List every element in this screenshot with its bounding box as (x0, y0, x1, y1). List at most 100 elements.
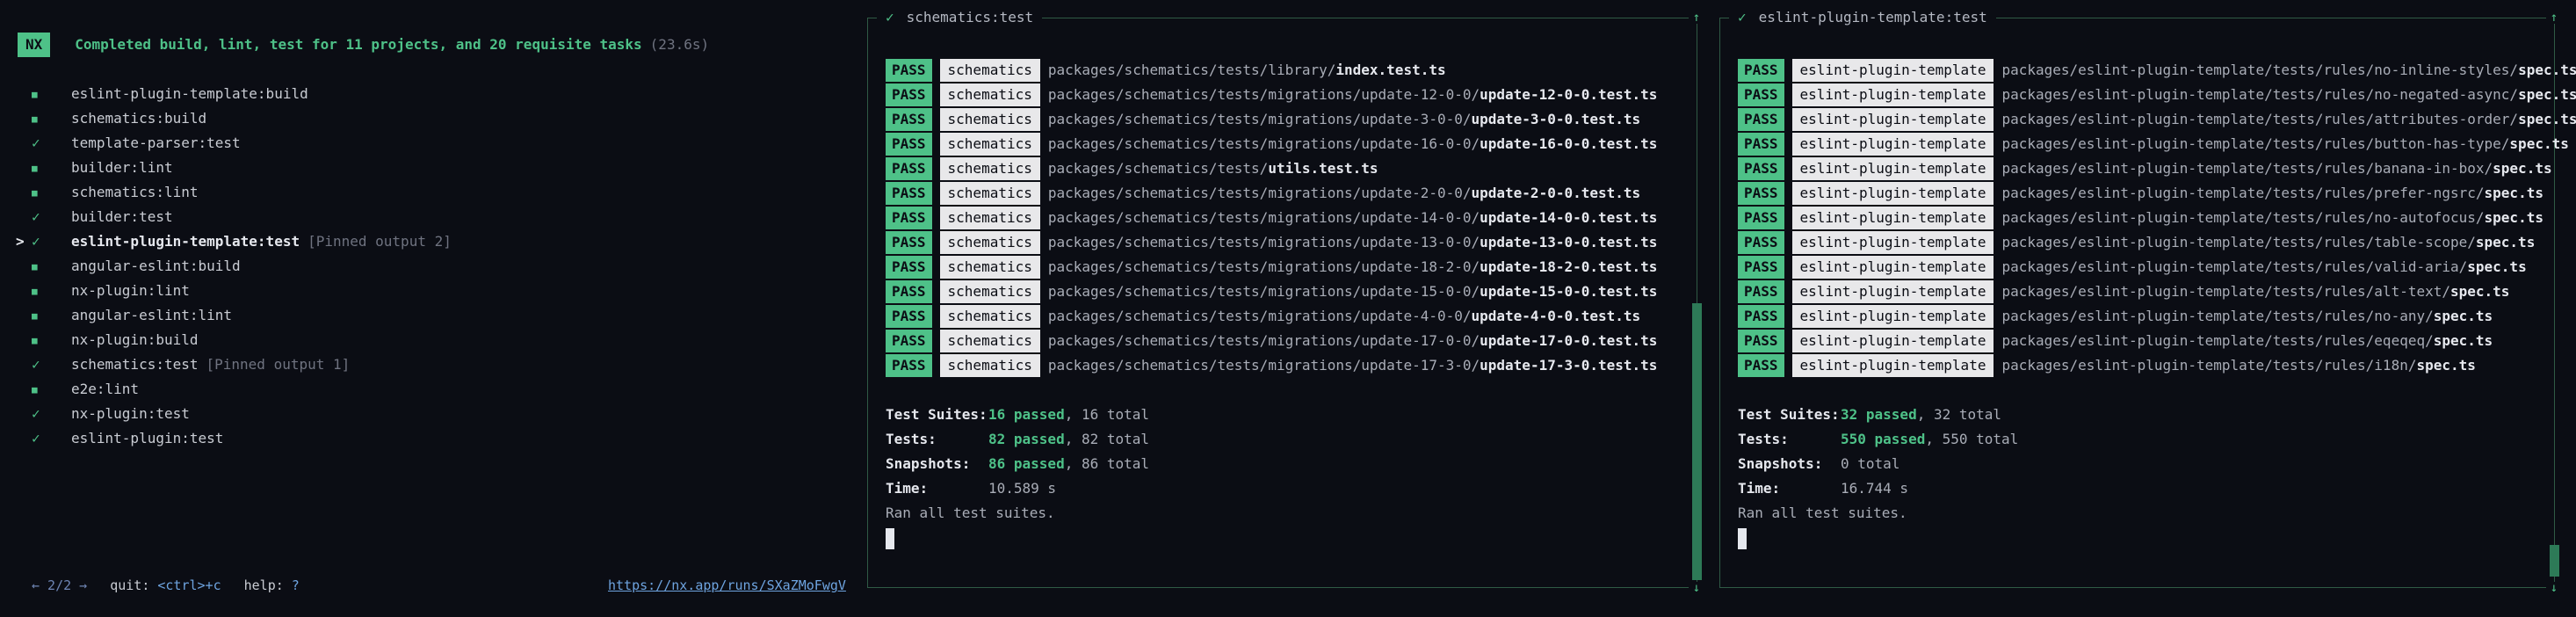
pane-title: ✓ schematics:test (877, 5, 1043, 30)
test-file-dir: packages/eslint-plugin-template/tests/ru… (2001, 332, 2434, 349)
test-file-name: spec.ts (2493, 160, 2552, 177)
pass-badge: PASS (1738, 207, 1784, 229)
test-file-dir: packages/eslint-plugin-template/tests/ru… (2001, 135, 2510, 152)
scroll-up-arrow-icon[interactable]: ↑ (1689, 11, 1704, 24)
test-file-name: spec.ts (2433, 332, 2493, 349)
project-badge: eslint-plugin-template (1791, 83, 1994, 106)
pass-badge: PASS (1738, 59, 1784, 82)
scrollbar-thumb[interactable] (1692, 303, 1702, 580)
scroll-up-arrow-icon[interactable]: ↑ (2546, 11, 2562, 24)
check-icon: ✓ (886, 9, 894, 25)
cursor-line (886, 526, 1657, 550)
test-file-name: spec.ts (2475, 234, 2536, 250)
project-badge: eslint-plugin-template (1791, 182, 1994, 205)
summary-row: Snapshots: 0 total (1738, 452, 2576, 476)
task-item[interactable]: schematics:test [Pinned output 1] (16, 352, 452, 377)
task-item[interactable]: angular-eslint:lint (16, 303, 452, 328)
summary-total: 10.589 s (988, 480, 1057, 497)
test-file-dir: packages/schematics/tests/migrations/upd… (1047, 258, 1480, 275)
run-duration: (23.6s) (649, 36, 710, 53)
scroll-down-arrow-icon[interactable]: ↓ (2546, 582, 2562, 594)
output-pane-1[interactable]: ✓ schematics:test ↑ ↓ PASS schematics pack… (867, 5, 1704, 594)
test-result-row: PASS schematics packages/schematics/tests/… (886, 181, 1657, 206)
summary-total: , 550 total (1925, 431, 2019, 447)
pass-badge: PASS (1738, 231, 1784, 254)
test-file-name: spec.ts (2484, 209, 2543, 226)
help-shortcut[interactable]: ? (292, 573, 300, 598)
output-pane-2[interactable]: ✓ eslint-plugin-template:test ↑ ↓ PASS es… (1719, 5, 2576, 594)
task-item[interactable]: > eslint-plugin-template:test [Pinned outp… (16, 229, 452, 254)
task-item[interactable]: angular-eslint:build (16, 254, 452, 279)
pass-badge: PASS (886, 157, 932, 180)
test-file-name: spec.ts (2416, 357, 2476, 374)
test-file-name: utils.test.ts (1268, 160, 1378, 177)
pass-badge: PASS (1738, 330, 1784, 352)
scroll-down-arrow-icon[interactable]: ↓ (1689, 582, 1704, 594)
test-file-name: update-2-0-0.test.ts (1471, 185, 1641, 201)
task-name: angular-eslint:lint (71, 307, 233, 323)
task-item[interactable]: template-parser:test (16, 131, 452, 156)
summary-row: Tests: 82 passed, 82 total (886, 427, 1657, 452)
test-result-row: PASS eslint-plugin-template packages/eslin… (1738, 58, 2576, 83)
check-icon (32, 426, 71, 451)
test-file-name: update-3-0-0.test.ts (1471, 111, 1641, 127)
test-file-name: update-13-0-0.test.ts (1480, 234, 1658, 250)
task-name: template-parser:test (71, 134, 241, 151)
project-badge: schematics (939, 256, 1040, 279)
test-file-dir: packages/schematics/tests/library/ (1047, 62, 1336, 78)
test-file-name: update-4-0-0.test.ts (1471, 308, 1641, 324)
test-result-row: PASS eslint-plugin-template packages/eslin… (1738, 353, 2576, 378)
pane-output: PASS eslint-plugin-template packages/eslin… (1738, 58, 2576, 550)
test-file-dir: packages/eslint-plugin-template/tests/ru… (2001, 62, 2519, 78)
test-file-dir: packages/schematics/tests/migrations/upd… (1047, 111, 1472, 127)
square-status-icon (32, 155, 71, 181)
nx-cloud-run-link[interactable]: https://nx.app/runs/SXaZMoFwgV (608, 573, 846, 598)
task-item[interactable]: builder:lint (16, 156, 452, 180)
test-file-dir: packages/eslint-plugin-template/tests/ru… (2001, 283, 2450, 300)
test-file-dir: packages/eslint-plugin-template/tests/ru… (2001, 185, 2485, 201)
pass-badge: PASS (886, 231, 932, 254)
completion-message: Completed build, lint, test for 11 proje… (75, 36, 642, 53)
task-item[interactable]: eslint-plugin:test (16, 426, 452, 451)
task-item[interactable]: schematics:lint (16, 180, 452, 205)
test-result-row: PASS schematics packages/schematics/tests/… (886, 58, 1657, 83)
project-badge: eslint-plugin-template (1791, 280, 1994, 303)
summary-row: Test Suites: 32 passed, 32 total (1738, 403, 2576, 427)
task-item[interactable]: nx-plugin:lint (16, 279, 452, 303)
project-badge: schematics (939, 231, 1040, 254)
test-file-dir: packages/schematics/tests/migrations/upd… (1047, 357, 1480, 374)
summary-passed: 550 passed (1841, 431, 1926, 447)
summary-total: , 16 total (1064, 406, 1150, 423)
task-item[interactable]: builder:test (16, 205, 452, 229)
terminal-cursor[interactable] (1738, 528, 1747, 549)
summary-row: Test Suites: 16 passed, 16 total (886, 403, 1657, 427)
summary-total: 16.744 s (1841, 480, 1909, 497)
task-item[interactable]: eslint-plugin-template:build (16, 82, 452, 106)
task-item[interactable]: e2e:lint (16, 377, 452, 402)
square-status-icon (32, 278, 71, 304)
pane-pagination[interactable]: ← 2/2 → (32, 573, 87, 598)
test-result-row: PASS schematics packages/schematics/tests/… (886, 353, 1657, 378)
test-file-name: update-18-2-0.test.ts (1480, 258, 1658, 275)
summary-label: Snapshots: (1738, 455, 1823, 472)
project-badge: eslint-plugin-template (1791, 354, 1994, 377)
task-item[interactable]: nx-plugin:test (16, 402, 452, 426)
project-badge: schematics (939, 207, 1040, 229)
quit-label: quit: (110, 577, 150, 593)
task-name: schematics:lint (71, 184, 199, 200)
summary-label: Time: (1738, 480, 1781, 497)
task-item[interactable]: nx-plugin:build (16, 328, 452, 352)
test-file-dir: packages/schematics/tests/migrations/upd… (1047, 209, 1480, 226)
test-file-name: update-16-0-0.test.ts (1480, 135, 1658, 152)
test-result-row: PASS eslint-plugin-template packages/eslin… (1738, 230, 2576, 255)
project-badge: schematics (939, 108, 1040, 131)
test-result-row: PASS schematics packages/schematics/tests/… (886, 230, 1657, 255)
test-file-dir: packages/schematics/tests/migrations/upd… (1047, 308, 1472, 324)
terminal-cursor[interactable] (886, 528, 894, 549)
project-badge: schematics (939, 330, 1040, 352)
task-name: eslint-plugin:test (71, 430, 224, 446)
task-item[interactable]: schematics:build (16, 106, 452, 131)
test-result-row: PASS eslint-plugin-template packages/eslin… (1738, 255, 2576, 279)
test-file-name: update-14-0-0.test.ts (1480, 209, 1658, 226)
test-file-dir: packages/eslint-plugin-template/tests/ru… (2001, 111, 2519, 127)
